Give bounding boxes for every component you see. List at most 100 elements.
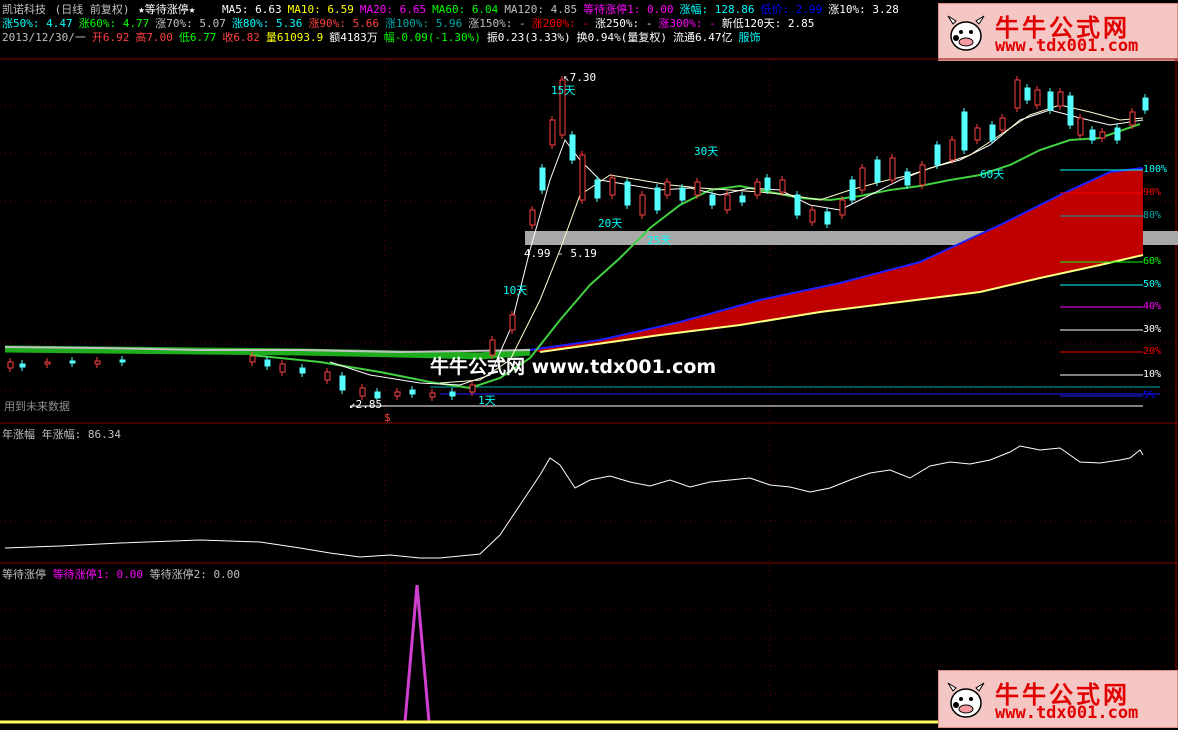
- day1-label: 1天: [478, 394, 496, 407]
- candle-body: [961, 111, 968, 151]
- candle-body: [1099, 131, 1106, 139]
- day20-label: 20天: [598, 217, 623, 230]
- candle-body: [539, 167, 546, 191]
- candle-body: [579, 154, 586, 201]
- panel3-series2: 等待涨停2: 0.00: [149, 568, 240, 581]
- candle-body: [469, 384, 476, 393]
- pct-label-5: 40%: [1143, 301, 1162, 312]
- candle-body: [324, 371, 331, 381]
- candle-body: [974, 127, 981, 141]
- pct-label-9: 5%: [1143, 390, 1156, 401]
- candle-body: [1142, 97, 1149, 111]
- candle-body: [889, 157, 896, 181]
- panel3-series1: 等待涨停1: 0.00: [52, 568, 143, 581]
- day60-label: 60天: [980, 168, 1005, 181]
- pct-label-8: 10%: [1143, 369, 1162, 380]
- candle-body: [1089, 129, 1096, 141]
- candle-body: [549, 119, 556, 146]
- grid-lines: [0, 60, 1178, 722]
- candle-body: [1114, 127, 1121, 141]
- cow-logo-icon: [947, 682, 985, 718]
- candle-body: [1129, 111, 1136, 126]
- candle-body: [19, 363, 26, 368]
- candle-body: [569, 134, 576, 161]
- candle-body: [279, 363, 286, 373]
- candle-body: [1024, 87, 1031, 101]
- band-label: 4.99 - 5.19: [524, 247, 597, 260]
- candle-body: [989, 124, 996, 141]
- brand-badge-bottom: 牛牛公式网 www.tdx001.com: [938, 670, 1178, 728]
- candle-body: [724, 194, 731, 211]
- candle-body: [359, 387, 366, 397]
- candle-body: [679, 187, 686, 201]
- badge-url: www.tdx001.com: [995, 703, 1139, 723]
- candle-body: [809, 209, 816, 223]
- candle-body: [339, 375, 346, 391]
- candle-body: [764, 177, 771, 191]
- candle-body: [919, 164, 926, 186]
- panel2-value: 年涨幅: 86.34: [41, 428, 121, 441]
- pct-label-3: 60%: [1143, 256, 1162, 267]
- candle-body: [394, 391, 401, 397]
- panel2-header: 年涨幅 年涨幅: 86.34: [2, 426, 121, 442]
- day15-label: 15天: [551, 84, 576, 97]
- candle-body: [1034, 89, 1041, 106]
- annual-increase-line: [4, 445, 1144, 559]
- candle-body: [904, 171, 911, 186]
- day25-label: 25天: [647, 234, 672, 247]
- pct-label-1: 90%: [1143, 187, 1162, 198]
- candle-body: [824, 211, 831, 225]
- candle-body: [664, 181, 671, 196]
- candle-body: [7, 361, 14, 369]
- candle-body: [624, 181, 631, 206]
- candle-body: [859, 167, 866, 191]
- candle-body: [264, 359, 271, 367]
- candle-body: [409, 389, 416, 395]
- day30-label: 30天: [694, 145, 719, 158]
- panel3-header: 等待涨停 等待涨停1: 0.00 等待涨停2: 0.00: [2, 566, 240, 582]
- watermark-text: 牛牛公式网 www.tdx001.com: [430, 356, 717, 378]
- candle-body: [849, 179, 856, 201]
- candle-body: [794, 194, 801, 216]
- candle-body: [594, 179, 601, 199]
- candle-body: [529, 209, 536, 226]
- target-zone-fill: [530, 168, 1143, 352]
- panel2-name[interactable]: 年涨幅: [2, 428, 35, 441]
- candle-body: [709, 194, 716, 206]
- candle-body: [999, 117, 1006, 131]
- candle-body: [949, 139, 956, 161]
- pct-label-4: 50%: [1143, 279, 1162, 290]
- candle-body: [94, 360, 101, 365]
- future-data-warning: 用到未来数据: [4, 400, 70, 413]
- candle-body: [1014, 79, 1021, 109]
- candle-body: [69, 360, 76, 364]
- candle-body: [1077, 117, 1084, 136]
- panel3-name[interactable]: 等待涨停: [2, 568, 46, 581]
- candle-body: [739, 195, 746, 203]
- candle-body: [654, 187, 661, 211]
- candle-body: [1067, 95, 1074, 126]
- candle-body: [429, 392, 436, 398]
- candle-body: [874, 159, 881, 183]
- candle-body: [609, 177, 616, 196]
- candle-body: [779, 179, 786, 193]
- candle-body: [754, 181, 761, 196]
- candle-body: [639, 194, 646, 216]
- candle-body: [299, 367, 306, 374]
- candle-body: [449, 391, 456, 397]
- candle-body: [44, 361, 51, 365]
- candle-body: [1047, 91, 1054, 111]
- candle-body: [119, 359, 126, 363]
- candle-body: [694, 181, 701, 196]
- pct-label-2: 80%: [1143, 210, 1162, 221]
- pct-label-7: 20%: [1143, 346, 1162, 357]
- candle-body: [509, 314, 516, 331]
- candle-body: [1057, 91, 1064, 107]
- candle-body: [249, 355, 256, 363]
- pct-label-0: 100%: [1143, 164, 1168, 175]
- pct-label-6: 30%: [1143, 324, 1162, 335]
- limit-up-spike: [403, 584, 431, 723]
- low-price-value: 2.85: [355, 398, 383, 411]
- low-price-label: ↙2.85: [349, 398, 383, 411]
- day10-label: 10天: [503, 284, 528, 297]
